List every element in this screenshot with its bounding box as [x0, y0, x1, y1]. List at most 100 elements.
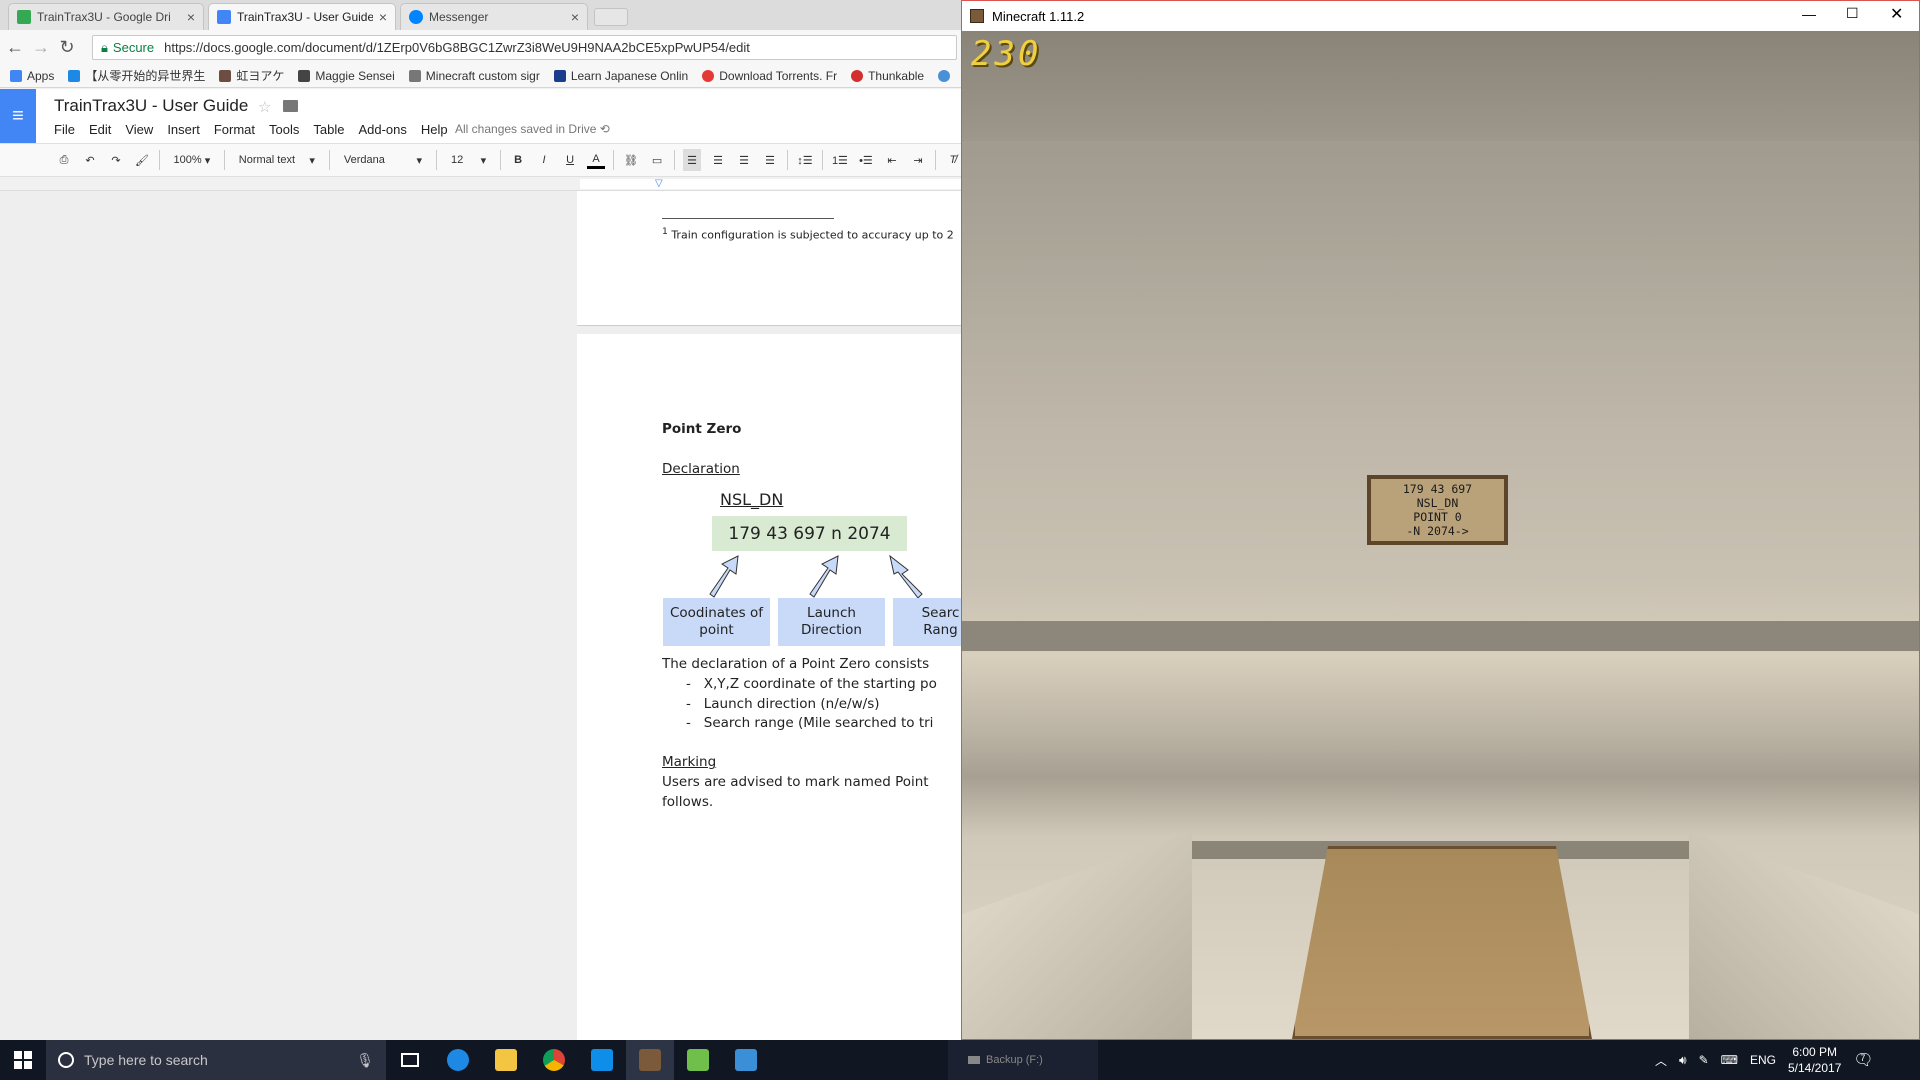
bookmark-item[interactable]: Maggie Sensei	[298, 69, 395, 83]
undo-icon[interactable]: ↶	[81, 149, 99, 171]
zoom-value: 100%	[173, 154, 202, 166]
address-bar[interactable]: 🔒︎ Secure https://docs.google.com/docume…	[92, 35, 957, 60]
file-explorer-icon[interactable]	[482, 1040, 530, 1080]
edge-icon[interactable]	[434, 1040, 482, 1080]
zoom-select[interactable]: 100% ▾	[168, 149, 216, 171]
teamviewer-icon[interactable]	[578, 1040, 626, 1080]
bookmark-item[interactable]: Learn Japanese Onlin	[553, 69, 688, 83]
close-icon[interactable]: ✕	[1890, 4, 1903, 24]
save-status-text: All changes saved in Drive	[455, 122, 597, 136]
backup-drive-tooltip[interactable]: Backup (F:)	[948, 1040, 1098, 1080]
menu-file[interactable]: File	[54, 122, 75, 137]
window-title: Minecraft 1.11.2	[992, 8, 1085, 24]
close-tab-icon[interactable]: ×	[187, 9, 195, 25]
bookmark-item[interactable]: 【从零开始的异世界生	[68, 67, 205, 84]
menu-add-ons[interactable]: Add-ons	[358, 122, 406, 137]
notification-icon[interactable]: 🗨︎ 7	[1853, 1050, 1873, 1070]
keyboard-icon[interactable]: ⌨︎	[1721, 1053, 1738, 1067]
print-icon[interactable]: ⎙	[55, 149, 73, 171]
bookmark-apps[interactable]: Apps	[10, 69, 54, 83]
save-status[interactable]: All changes saved in Drive ⟲	[455, 122, 610, 136]
indent-marker-icon[interactable]: ▽	[655, 178, 663, 189]
tab-google-drive[interactable]: TrainTrax3U - Google Dri ×	[8, 3, 204, 30]
windows-start-icon[interactable]	[0, 1040, 46, 1080]
numbered-list-icon[interactable]: 1☰	[831, 149, 849, 171]
secure-label: Secure	[112, 40, 155, 55]
decrease-indent-icon[interactable]: ⇤	[883, 149, 901, 171]
explorer-window-icon[interactable]	[722, 1040, 770, 1080]
task-view-icon[interactable]	[386, 1040, 434, 1080]
close-tab-icon[interactable]: ×	[571, 9, 579, 25]
diagram-box-coordinates: Coodinates of point	[663, 598, 770, 646]
docs-logo-icon[interactable]: ≡	[0, 89, 36, 143]
tab-strip: TrainTrax3U - Google Dri × TrainTrax3U -…	[0, 0, 962, 30]
link-icon[interactable]: ⛓︎	[622, 149, 640, 171]
align-right-icon[interactable]: ☰	[735, 149, 753, 171]
minimize-icon[interactable]: —	[1802, 6, 1816, 22]
right-block	[1689, 831, 1919, 1039]
pen-icon[interactable]: ✎	[1699, 1053, 1709, 1067]
declaration-box: 179 43 697 n 2074	[712, 516, 907, 551]
menu-tools[interactable]: Tools	[269, 122, 299, 137]
comment-icon[interactable]: ▭	[648, 149, 666, 171]
clock[interactable]: 6:00 PM 5/14/2017	[1788, 1044, 1841, 1076]
tab-messenger[interactable]: Messenger ×	[400, 3, 588, 30]
folder-icon[interactable]	[283, 100, 298, 112]
document-title[interactable]: TrainTrax3U - User Guide	[54, 96, 248, 116]
style-select[interactable]: Normal text ▾	[233, 149, 321, 171]
bookmark-label: Thunkable	[868, 68, 925, 83]
sign-line: 179 43 697	[1402, 482, 1473, 496]
bookmark-item[interactable]: Download Torrents. Fr	[702, 69, 837, 83]
notepad-icon[interactable]	[674, 1040, 722, 1080]
redo-icon[interactable]: ↷	[107, 149, 125, 171]
menu-table[interactable]: Table	[313, 122, 344, 137]
formatting-toolbar: ⎙ ↶ ↷ 🖌︎ 100% ▾ Normal text ▾ Verdana ▾ 12…	[0, 143, 962, 177]
forward-icon[interactable]: →	[30, 37, 52, 58]
footnote-text: Train configuration is subjected to accu…	[671, 228, 954, 242]
close-tab-icon[interactable]: ×	[379, 9, 387, 25]
back-icon[interactable]: ←	[4, 37, 26, 58]
italic-icon[interactable]: I	[535, 149, 553, 171]
menu-edit[interactable]: Edit	[89, 122, 111, 137]
clock-time: 6:00 PM	[1792, 1045, 1838, 1059]
align-center-icon[interactable]: ☰	[709, 149, 727, 171]
ua-icon	[553, 69, 566, 82]
menu-insert[interactable]: Insert	[167, 122, 200, 137]
new-tab-button[interactable]	[594, 8, 628, 26]
taskbar-search[interactable]: Type here to search 🎙︎	[46, 1040, 386, 1080]
chrome-icon[interactable]	[530, 1040, 578, 1080]
underline-icon[interactable]: U	[561, 149, 579, 171]
microphone-icon[interactable]: 🎙︎	[356, 1052, 374, 1069]
bold-icon[interactable]: B	[509, 149, 527, 171]
star-icon[interactable]: ☆	[258, 98, 271, 116]
bookmark-label: Minecraft custom sigr	[425, 68, 540, 83]
line-spacing-icon[interactable]: ↕☰	[796, 149, 814, 171]
increase-indent-icon[interactable]: ⇥	[909, 149, 927, 171]
cortana-icon	[58, 1052, 74, 1068]
toolbar-divider	[934, 150, 936, 170]
maximize-icon[interactable]: ☐	[1846, 5, 1859, 22]
text-color-icon[interactable]: A	[587, 151, 606, 169]
list-item: - Launch direction (n/e/w/s)	[686, 696, 880, 712]
volume-icon[interactable]: 🔊︎	[1679, 1053, 1687, 1068]
bookmark-item[interactable]: 虹ヨアケ	[219, 67, 284, 84]
chevron-up-icon[interactable]: ︿	[1655, 1052, 1667, 1069]
bookmark-item[interactable]: Thunkable	[851, 69, 924, 83]
paint-format-icon[interactable]: 🖌︎	[133, 149, 151, 171]
language-indicator[interactable]: ENG	[1750, 1053, 1776, 1067]
bookmark-item[interactable]	[938, 69, 951, 82]
reload-icon[interactable]: ↻	[56, 37, 78, 58]
align-justify-icon[interactable]: ☰	[761, 149, 779, 171]
minecraft-taskbar-icon[interactable]	[626, 1040, 674, 1080]
tab-user-guide[interactable]: TrainTrax3U - User Guide ×	[208, 3, 396, 30]
bookmark-item[interactable]: Minecraft custom sigr	[408, 68, 540, 83]
align-left-icon[interactable]: ☰	[683, 149, 701, 171]
menu-help[interactable]: Help	[421, 122, 448, 137]
list-item: - X,Y,Z coordinate of the starting po	[686, 676, 937, 692]
font-size-select[interactable]: 12 ▾	[445, 149, 492, 171]
clear-formatting-icon[interactable]: T̸	[944, 149, 962, 171]
menu-format[interactable]: Format	[214, 122, 255, 137]
bulleted-list-icon[interactable]: •☰	[857, 149, 875, 171]
menu-view[interactable]: View	[125, 122, 153, 137]
font-select[interactable]: Verdana ▾	[338, 149, 428, 171]
